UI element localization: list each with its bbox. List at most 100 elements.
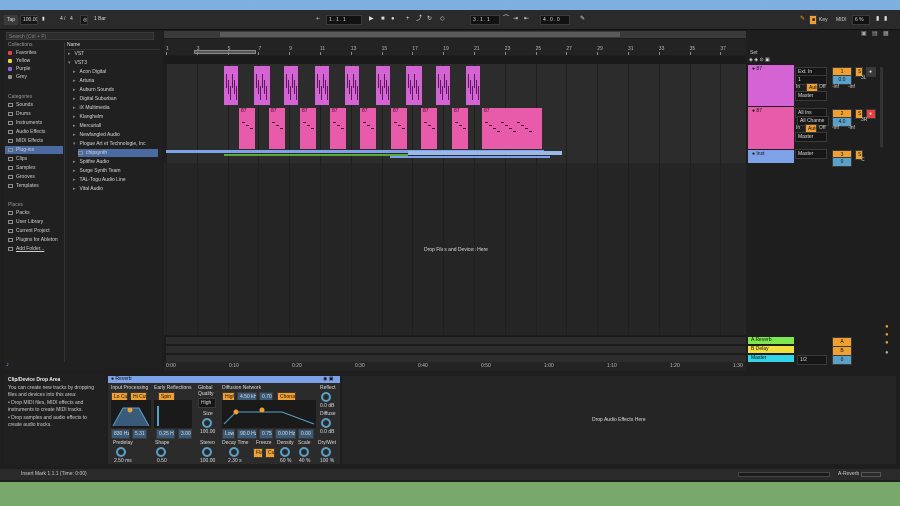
lane-return-a[interactable] [166,337,746,344]
browser-item[interactable]: ▸ Spitfire Audio [73,158,109,166]
stop-icon[interactable]: ■ [381,15,385,23]
expand-arrow-icon[interactable]: ▾ [68,60,71,66]
midi-clip[interactable] [284,66,298,105]
track-1-pan[interactable]: 3L [861,75,867,82]
expand-arrow-icon[interactable]: ▸ [73,87,76,93]
grey-circle-icon[interactable]: ● [885,349,889,357]
stereo-knob[interactable] [202,447,212,457]
browser-item[interactable]: ▸ Surge Synth Team [73,167,121,175]
midi-clip[interactable] [345,66,359,105]
shape-value[interactable]: 0.50 [157,458,167,464]
track-1-output-select[interactable]: Master [795,91,827,101]
track-2-pan[interactable]: 3R [861,117,867,124]
track-1-send-b[interactable]: -inf [848,84,855,91]
session-record-icon[interactable]: ◇ [440,15,445,23]
place-current-project[interactable]: Current Project [8,227,50,235]
midi-clip[interactable]: 87 [300,108,316,149]
punch-out-icon[interactable]: ⇤ [524,15,529,23]
expand-arrow-icon[interactable]: ▸ [73,123,76,129]
master-name[interactable]: Master [751,355,766,362]
track-2-send-b[interactable]: -inf [848,125,855,132]
category-grooves[interactable]: Grooves [8,173,35,181]
midi-clip[interactable] [436,66,450,105]
midi-clip[interactable] [254,66,270,105]
time-ruler[interactable] [164,362,746,371]
browser-item[interactable]: ▸ Auburn Sounds [73,86,114,94]
midi-clip[interactable]: 87 [239,108,255,149]
browser-item[interactable]: ▸ iX Multimedia [73,104,110,112]
overview-viewport[interactable] [220,32,620,37]
clip-view-icon[interactable]: ▣ [861,30,867,38]
midi-clip[interactable]: 87 [421,108,437,149]
predelay-knob[interactable] [116,447,126,457]
browser-item[interactable]: ▾ Plogue Art et Technologie, Inc [73,140,146,148]
loop-length-field[interactable]: 4 . 0 . 0 [540,15,570,25]
reflect-knob[interactable] [321,392,331,402]
browser-item[interactable]: ▸ TAL-Togu Audio Line [73,176,126,184]
midi-clip[interactable] [376,66,390,105]
expand-arrow-icon[interactable]: ▸ [73,114,76,120]
arrange-view-icon[interactable]: ▤ [872,30,878,38]
category-sounds[interactable]: Sounds [8,101,33,109]
expand-arrow-icon[interactable]: ▸ [73,186,76,192]
status-right-widget[interactable] [861,472,881,477]
midi-clip[interactable]: 87 [269,108,285,149]
drywet-knob[interactable] [321,447,331,457]
expand-arrow-icon[interactable]: ▸ [68,51,71,57]
mod-rate[interactable]: 0.00 Hz [275,429,296,439]
expand-arrow-icon[interactable]: ▸ [73,96,76,102]
hi-cut-value[interactable]: 5.31 [132,429,147,439]
record-icon[interactable]: ● [391,15,395,23]
midi-clip[interactable] [315,66,329,105]
place-add-folder[interactable]: Add Folder... [8,245,44,253]
track-3-output-select[interactable]: Master [795,149,827,159]
category-clips[interactable]: Clips [8,155,27,163]
punch-in-icon[interactable]: ⇥ [513,15,518,23]
stereo-value[interactable]: 100.00 [200,458,215,464]
predelay-value[interactable]: 2.50 ms [114,458,132,464]
browser-item[interactable]: ▾ VST3 [68,59,87,67]
browser-item[interactable]: ▸ Digital Suburban [73,95,116,103]
expand-arrow-icon[interactable]: ▸ [73,159,76,165]
expand-arrow-icon[interactable]: ▸ [73,132,76,138]
density-knob[interactable] [280,447,290,457]
expand-arrow-icon[interactable]: ▸ [73,177,76,183]
collection-purple[interactable]: Purple [8,65,30,73]
grid-view-icon[interactable]: ▦ [883,30,889,38]
track-name-1[interactable]: ● 87 [752,66,762,73]
expand-arrow-icon[interactable]: ▸ [73,69,76,75]
loop-start-field[interactable]: 3 . 1 . 1 [470,15,500,25]
decay-value[interactable]: 2.30 s [228,458,242,464]
device-title-bar[interactable] [108,376,340,383]
return-b-name[interactable]: B Delay [751,346,769,353]
diffuse-value[interactable]: 0.0 dB [320,429,334,435]
expand-arrow-icon[interactable]: ▸ [73,78,76,84]
set-icons[interactable]: ◈ ◈ ⊙ ▣ [749,56,770,64]
automation-arm-icon[interactable]: ⤴ [416,15,422,23]
track-name-3[interactable]: ● Inst [752,151,764,158]
midi-clip[interactable] [406,66,422,105]
lane-master[interactable] [166,355,746,362]
quality-select[interactable]: High [198,398,216,408]
size-value[interactable]: 100.00 [200,429,215,435]
browser-item[interactable]: ▸ Mercuriall [73,122,101,130]
lo-cut-freq[interactable]: 830 Hz [111,429,130,439]
monitor-in-label[interactable]: In [796,84,800,91]
midi-clip[interactable] [466,66,480,105]
expand-arrow-icon[interactable]: ▸ [73,168,76,174]
shape-knob[interactable] [156,447,166,457]
midi-clip[interactable]: 87 [482,108,542,149]
midi-clip[interactable] [224,66,238,105]
track-2-monitor-in[interactable]: In [796,125,800,132]
mod-amount[interactable]: 0.00 [298,429,314,439]
midi-clip[interactable]: 87 [360,108,376,149]
category-plug-ins[interactable]: Plug-ins [5,146,63,154]
track-1-send-a[interactable]: -inf [832,84,839,91]
input-filter-graph[interactable] [111,400,151,428]
expand-arrow-icon[interactable]: ▾ [73,141,76,147]
spin-amount[interactable]: 3.00 [178,429,192,439]
track-2-send-a[interactable]: -inf [832,125,839,132]
key-map-indicator[interactable]: ■ [809,15,817,25]
follow-icon[interactable]: +· [314,15,322,23]
automation-clip[interactable] [390,156,550,158]
